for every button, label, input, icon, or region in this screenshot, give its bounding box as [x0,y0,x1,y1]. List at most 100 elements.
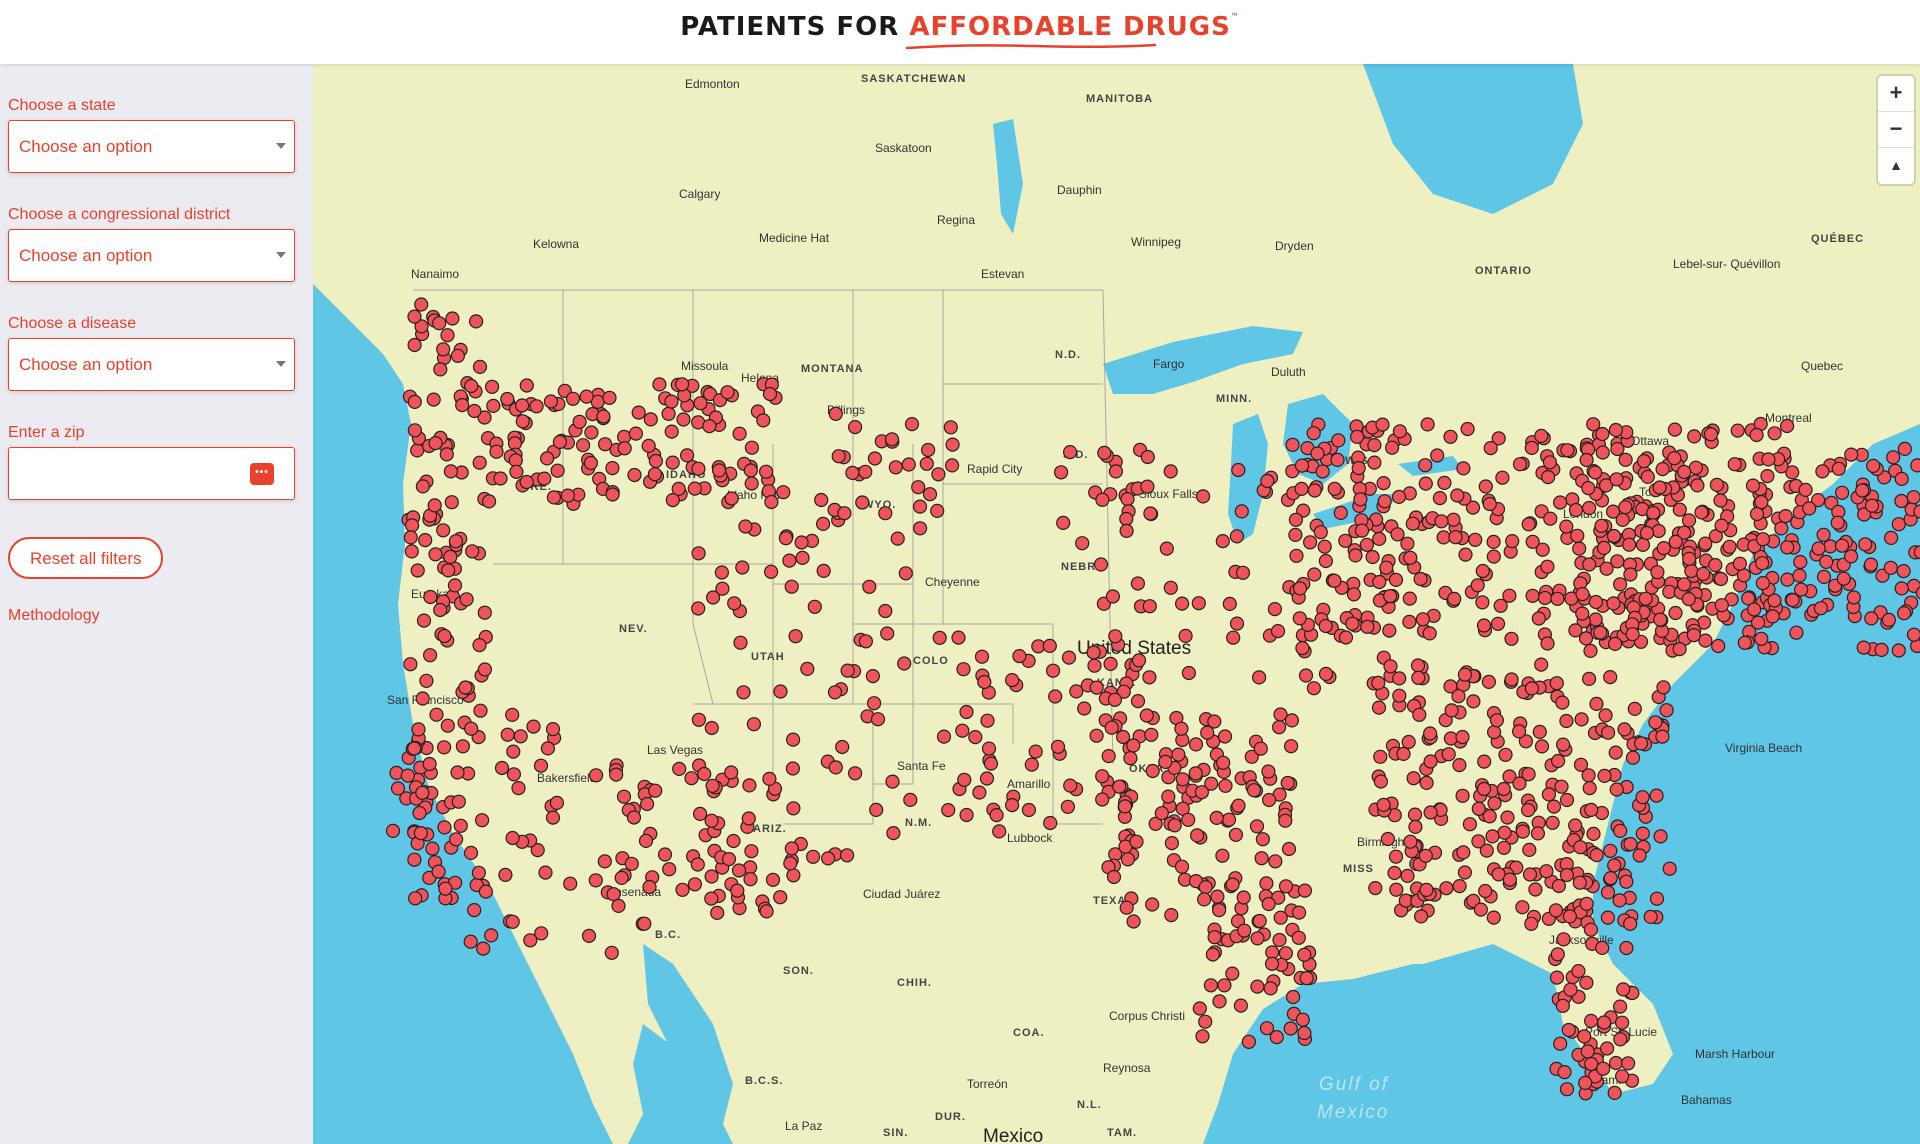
pharmacy-marker[interactable] [1586,826,1601,842]
pharmacy-marker[interactable] [1313,525,1328,540]
pharmacy-marker[interactable] [1144,727,1159,742]
pharmacy-marker[interactable] [1855,483,1870,498]
pharmacy-marker[interactable] [1607,1085,1622,1101]
pharmacy-marker[interactable] [609,767,624,782]
pharmacy-marker[interactable] [1126,914,1141,929]
pharmacy-marker[interactable] [1617,722,1632,737]
pharmacy-marker[interactable] [1368,880,1383,896]
pharmacy-marker[interactable] [1608,1055,1624,1071]
pharmacy-marker[interactable] [441,563,456,578]
pharmacy-marker[interactable] [1582,557,1597,572]
pharmacy-marker[interactable] [1089,680,1104,695]
pharmacy-marker[interactable] [1540,636,1555,651]
pharmacy-marker[interactable] [1253,741,1268,756]
pharmacy-marker[interactable] [1543,511,1558,526]
pharmacy-marker[interactable] [1906,627,1920,642]
pharmacy-marker[interactable] [437,820,452,835]
pharmacy-marker[interactable] [1802,501,1817,516]
pharmacy-marker[interactable] [974,649,990,664]
pharmacy-marker[interactable] [463,845,479,861]
pharmacy-marker[interactable] [1755,575,1771,591]
pharmacy-marker[interactable] [1420,417,1435,432]
pharmacy-marker[interactable] [1496,840,1512,855]
pharmacy-marker[interactable] [693,806,708,822]
pharmacy-marker[interactable] [415,479,431,494]
pharmacy-marker[interactable] [1457,865,1473,880]
pharmacy-marker[interactable] [1478,479,1493,494]
pharmacy-marker[interactable] [1423,805,1438,820]
compass-reset-button[interactable]: ▲ [1878,148,1914,184]
pharmacy-marker[interactable] [1831,461,1846,476]
pharmacy-marker[interactable] [837,506,852,521]
pharmacy-marker[interactable] [1218,778,1233,793]
pharmacy-marker[interactable] [1273,910,1288,925]
pharmacy-marker[interactable] [1596,1061,1611,1076]
pharmacy-marker[interactable] [1120,852,1136,867]
pharmacy-marker[interactable] [1126,738,1141,753]
pharmacy-marker[interactable] [661,406,676,421]
pharmacy-marker[interactable] [1559,713,1574,729]
pharmacy-marker[interactable] [506,767,521,782]
pharmacy-marker[interactable] [477,662,492,677]
pharmacy-marker[interactable] [451,794,466,809]
pharmacy-marker[interactable] [1562,909,1578,924]
pharmacy-marker[interactable] [800,661,815,677]
pharmacy-marker[interactable] [1422,626,1437,641]
pharmacy-marker[interactable] [1600,885,1616,900]
pharmacy-marker[interactable] [1207,714,1222,729]
pharmacy-marker[interactable] [1062,445,1078,460]
pharmacy-marker[interactable] [1270,623,1286,639]
pharmacy-marker[interactable] [1338,533,1353,548]
pharmacy-marker[interactable] [1237,923,1252,938]
pharmacy-marker[interactable] [1360,619,1375,634]
pharmacy-marker[interactable] [648,783,663,798]
pharmacy-marker[interactable] [1667,422,1683,437]
pharmacy-marker[interactable] [1891,643,1906,658]
pharmacy-marker[interactable] [1292,611,1307,626]
pharmacy-marker[interactable] [687,481,702,496]
pharmacy-marker[interactable] [1097,445,1112,460]
pharmacy-marker[interactable] [464,721,479,736]
pharmacy-marker[interactable] [1267,601,1283,617]
pharmacy-marker[interactable] [1406,771,1421,786]
pharmacy-marker[interactable] [1534,739,1550,754]
pharmacy-marker[interactable] [1694,505,1709,520]
pharmacy-marker[interactable] [638,833,654,849]
pharmacy-marker[interactable] [1816,569,1832,585]
pharmacy-marker[interactable] [471,865,486,880]
pharmacy-marker[interactable] [1284,713,1300,728]
pharmacy-marker[interactable] [1779,418,1795,434]
pharmacy-marker[interactable] [1069,684,1084,699]
pharmacy-marker[interactable] [464,378,479,394]
pharmacy-marker[interactable] [1246,783,1262,798]
pharmacy-marker[interactable] [1643,909,1658,925]
pharmacy-marker[interactable] [1548,903,1564,918]
pharmacy-marker[interactable] [1534,428,1549,443]
pharmacy-marker[interactable] [1288,512,1304,527]
pharmacy-marker[interactable] [1622,537,1637,552]
pharmacy-marker[interactable] [604,945,619,960]
pharmacy-marker[interactable] [1167,818,1182,833]
pharmacy-marker[interactable] [1315,464,1330,479]
pharmacy-marker[interactable] [1161,789,1176,804]
pharmacy-marker[interactable] [410,443,425,458]
pharmacy-marker[interactable] [1614,1015,1630,1030]
pharmacy-marker[interactable] [1623,916,1638,931]
pharmacy-marker[interactable] [675,882,690,897]
pharmacy-marker[interactable] [1390,527,1405,542]
pharmacy-marker[interactable] [1659,703,1674,718]
pharmacy-marker[interactable] [1618,452,1633,467]
pharmacy-marker[interactable] [1531,611,1546,626]
pharmacy-marker[interactable] [484,928,499,943]
pharmacy-marker[interactable] [922,487,938,502]
pharmacy-marker[interactable] [1061,650,1077,665]
pharmacy-marker[interactable] [1410,658,1426,673]
pharmacy-marker[interactable] [786,732,801,747]
pharmacy-marker[interactable] [1198,1014,1213,1029]
pharmacy-marker[interactable] [1571,963,1586,979]
pharmacy-marker[interactable] [407,394,422,409]
pharmacy-marker[interactable] [773,890,788,905]
pharmacy-marker[interactable] [1579,896,1594,911]
pharmacy-marker[interactable] [1540,559,1555,574]
pharmacy-marker[interactable] [475,813,490,828]
